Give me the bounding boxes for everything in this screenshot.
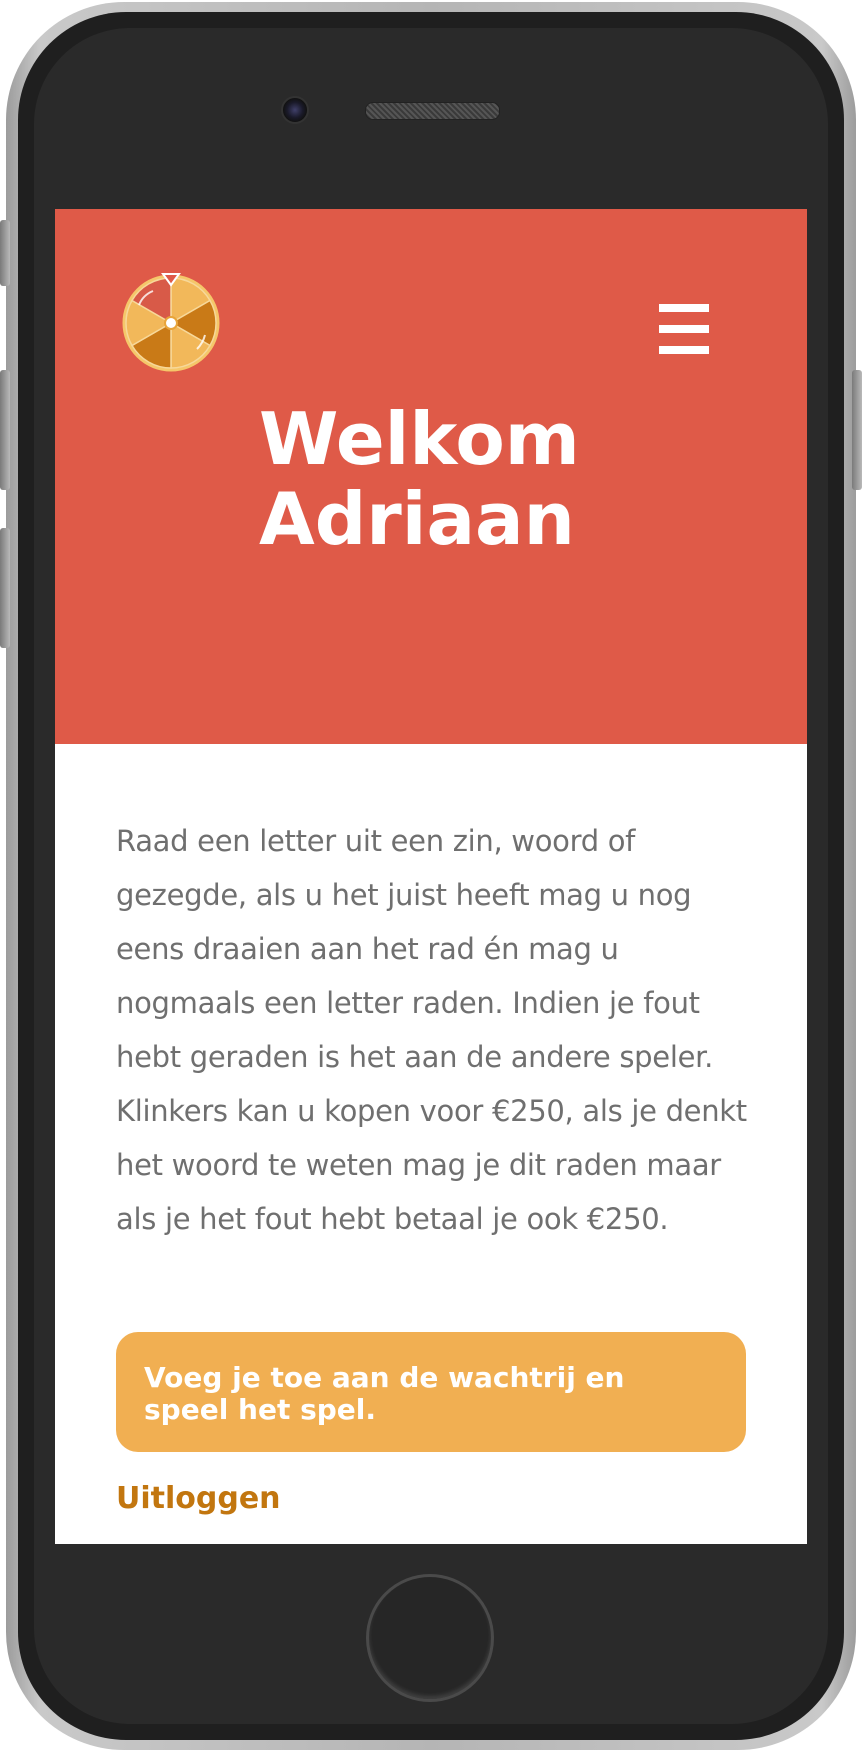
prize-wheel-logo-icon[interactable] xyxy=(119,271,223,375)
game-rules-text: Raad een letter uit een zin, woord of ge… xyxy=(116,824,747,1236)
phone-screen: Welkom Adriaan Raad een letter uit een z… xyxy=(55,209,807,1544)
volume-down-button xyxy=(0,528,10,648)
logout-link[interactable]: Uitloggen xyxy=(116,1481,281,1517)
main-content: Raad een letter uit een zin, woord of ge… xyxy=(116,814,748,1246)
device-mockup: Welkom Adriaan Raad een letter uit een z… xyxy=(0,0,862,1754)
join-queue-button[interactable]: Voeg je toe aan de wachtrij en speel het… xyxy=(116,1332,746,1452)
speaker-grille xyxy=(365,102,500,120)
hero-header: Welkom Adriaan xyxy=(55,209,807,744)
home-button[interactable] xyxy=(366,1574,494,1702)
power-button xyxy=(852,370,862,490)
hamburger-menu-icon[interactable] xyxy=(659,304,709,354)
page-title-line-1: Welkom xyxy=(259,397,580,481)
volume-up-button xyxy=(0,370,10,490)
page-title-line-2: Adriaan xyxy=(259,477,575,561)
mute-switch xyxy=(0,220,10,286)
page-title: Welkom Adriaan xyxy=(259,399,779,559)
camera-icon xyxy=(281,96,309,124)
